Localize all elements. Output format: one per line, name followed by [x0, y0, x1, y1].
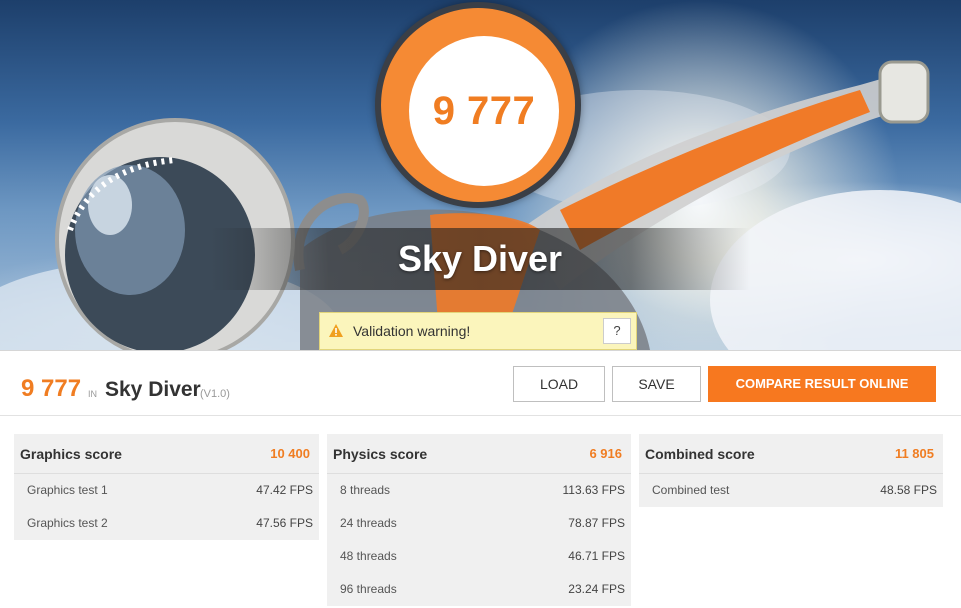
test-value: 113.63 FPS — [562, 483, 625, 497]
test-value: 78.87 FPS — [568, 516, 625, 530]
combined-score-title: Combined score — [645, 446, 755, 462]
list-item: 48 threads 46.71 FPS — [327, 540, 631, 573]
test-label: Graphics test 2 — [27, 516, 108, 530]
benchmark-title: Sky Diver — [397, 238, 563, 279]
benchmark-title-band: Sky Diver — [210, 228, 750, 290]
test-value: 48.58 FPS — [880, 483, 937, 497]
test-label: Graphics test 1 — [27, 483, 108, 497]
list-item: 24 threads 78.87 FPS — [327, 507, 631, 540]
compare-result-online-button[interactable]: COMPARE RESULT ONLINE — [708, 366, 936, 402]
graphics-score-title: Graphics score — [20, 446, 122, 462]
test-value: 46.71 FPS — [568, 549, 625, 563]
list-item: 96 threads 23.24 FPS — [327, 573, 631, 606]
result-header: 9 777 IN Sky Diver (V1.0) LOAD SAVE COMP… — [0, 350, 961, 416]
load-button[interactable]: LOAD — [513, 366, 605, 402]
physics-score-panel: Physics score 6 916 8 threads 113.63 FPS… — [327, 434, 631, 606]
warning-help-button[interactable]: ? — [603, 318, 631, 344]
hero-banner: 9 777 Sky Diver Validation warning! ? — [0, 0, 961, 350]
test-label: 48 threads — [340, 549, 397, 563]
graphics-score-panel: Graphics score 10 400 Graphics test 1 47… — [14, 434, 319, 540]
panel-header: Combined score 11 805 — [639, 434, 943, 474]
validation-warning: Validation warning! ? — [319, 312, 637, 350]
test-value: 47.56 FPS — [256, 516, 313, 530]
score-badge-inner: 9 777 — [409, 36, 559, 186]
validation-warning-text: Validation warning! — [353, 323, 471, 339]
physics-score-value: 6 916 — [589, 446, 622, 461]
combined-score-value: 11 805 — [894, 446, 934, 461]
list-item: 8 threads 113.63 FPS — [327, 474, 631, 507]
result-score: 9 777 — [21, 375, 82, 402]
list-item: Combined test 48.58 FPS — [639, 474, 943, 507]
warning-triangle-icon — [329, 324, 343, 337]
panel-header: Graphics score 10 400 — [14, 434, 319, 474]
combined-score-panel: Combined score 11 805 Combined test 48.5… — [639, 434, 943, 507]
test-label: 24 threads — [340, 516, 397, 530]
list-item: Graphics test 2 47.56 FPS — [14, 507, 319, 540]
graphics-score-value: 10 400 — [270, 446, 310, 461]
physics-score-title: Physics score — [333, 446, 428, 462]
test-value: 47.42 FPS — [256, 483, 313, 497]
save-button[interactable]: SAVE — [612, 366, 701, 402]
test-value: 23.24 FPS — [568, 582, 625, 596]
result-benchmark-name: Sky Diver — [105, 378, 201, 401]
hero-score: 9 777 — [432, 88, 536, 133]
score-badge: 9 777 — [375, 2, 581, 208]
test-label: 8 threads — [340, 483, 391, 497]
panel-header: Physics score 6 916 — [327, 434, 631, 474]
test-label: 96 threads — [340, 582, 397, 596]
result-version: (V1.0) — [200, 388, 230, 400]
score-ring: 9 777 — [381, 8, 575, 202]
result-in-label: IN — [88, 389, 97, 399]
test-label: Combined test — [652, 483, 730, 497]
list-item: Graphics test 1 47.42 FPS — [14, 474, 319, 507]
